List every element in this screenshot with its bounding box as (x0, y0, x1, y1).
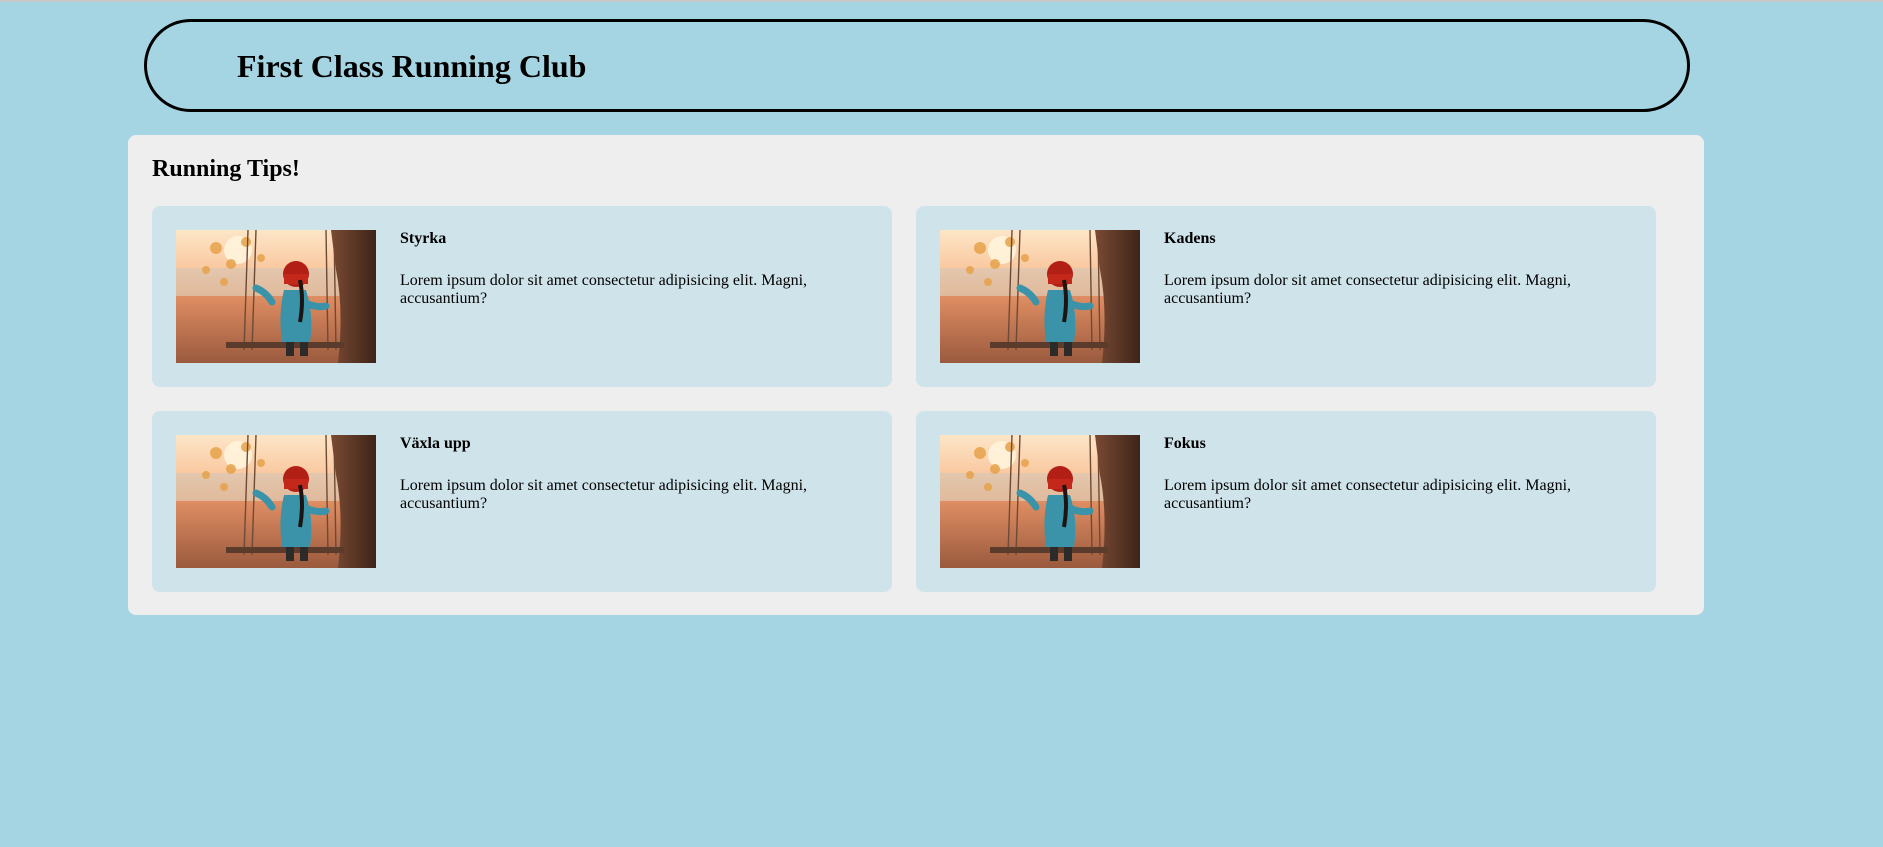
tip-text: Lorem ipsum dolor sit amet consectetur a… (1164, 477, 1572, 512)
woman-on-swing-photo (176, 230, 376, 363)
tip-card: Styrka Lorem ipsum dolor sit amet consec… (152, 206, 892, 387)
tip-text: Lorem ipsum dolor sit amet consectetur a… (1164, 272, 1572, 307)
woman-on-swing-photo (176, 435, 376, 568)
tips-panel: Running Tips! Styrka Lorem ipsum dolor s… (128, 135, 1704, 615)
section-heading: Running Tips! (152, 156, 300, 182)
woman-on-swing-photo (940, 435, 1140, 568)
woman-on-swing-photo (940, 230, 1140, 363)
site-header: First Class Running Club (144, 19, 1690, 112)
tip-title: Fokus (1164, 435, 1206, 452)
tip-card: Växla upp Lorem ipsum dolor sit amet con… (152, 411, 892, 592)
tip-card: Fokus Lorem ipsum dolor sit amet consect… (916, 411, 1656, 592)
tip-text: Lorem ipsum dolor sit amet consectetur a… (400, 272, 808, 307)
top-divider (0, 0, 1883, 2)
tip-title: Styrka (400, 230, 447, 247)
tip-title: Växla upp (400, 435, 471, 452)
tip-card: Kadens Lorem ipsum dolor sit amet consec… (916, 206, 1656, 387)
tip-text: Lorem ipsum dolor sit amet consectetur a… (400, 477, 808, 512)
site-title: First Class Running Club (237, 48, 587, 84)
tip-title: Kadens (1164, 230, 1216, 247)
